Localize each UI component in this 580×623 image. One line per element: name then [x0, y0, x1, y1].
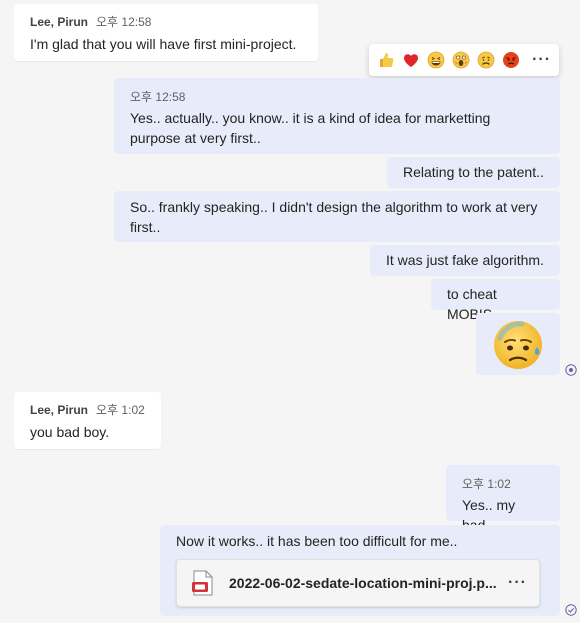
reaction-bar: ··· — [369, 44, 559, 76]
outgoing-message-with-attachment[interactable]: Now it works.. it has been too difficult… — [160, 525, 560, 616]
sender-name: Lee, Pirun — [30, 15, 89, 29]
more-options-button[interactable]: ··· — [530, 48, 553, 72]
outgoing-message[interactable]: Relating to the patent.. — [387, 157, 560, 188]
message-time: 오후 12:58 — [96, 15, 152, 29]
message-header: Lee, Pirun 오후 12:58 — [30, 13, 302, 30]
message-text: I'm glad that you will have first mini-p… — [30, 36, 297, 52]
message-text: Now it works.. it has been too difficult… — [176, 533, 458, 549]
laughing-face-icon — [427, 51, 445, 69]
heart-reaction-button[interactable] — [400, 48, 423, 72]
message-time: 오후 1:02 — [96, 403, 145, 417]
file-name[interactable]: 2022-06-02-sedate-location-mini-proj.p..… — [229, 575, 500, 591]
message-text: Relating to the patent.. — [403, 164, 544, 180]
thumbs-up-reaction-button[interactable] — [375, 48, 398, 72]
angry-reaction-button[interactable] — [499, 48, 522, 72]
outgoing-message[interactable]: So.. frankly speaking.. I didn't design … — [114, 191, 560, 242]
surprised-face-icon — [452, 51, 470, 69]
heart-icon — [404, 54, 419, 67]
incoming-message[interactable]: Lee, Pirun 오후 12:58 I'm glad that you wi… — [14, 4, 318, 61]
anxious-face-with-sweat-icon — [494, 321, 542, 369]
message-text: you bad boy. — [30, 424, 110, 440]
sad-reaction-button[interactable] — [474, 48, 497, 72]
message-text: It was just fake algorithm. — [386, 252, 544, 268]
sad-face-icon — [477, 51, 495, 69]
outgoing-message[interactable]: to cheat MOBIS — [431, 279, 560, 322]
angry-face-icon — [502, 52, 519, 68]
laugh-reaction-button[interactable] — [425, 48, 448, 72]
file-more-options-button[interactable]: ··· — [508, 574, 527, 592]
outgoing-message[interactable]: 오후 12:58 Yes.. actually.. you know.. it … — [114, 78, 560, 154]
incoming-message[interactable]: Lee, Pirun 오후 1:02 you bad boy. — [14, 392, 161, 449]
outgoing-message[interactable]: It was just fake algorithm. — [370, 245, 560, 276]
message-header: Lee, Pirun 오후 1:02 — [30, 401, 145, 418]
sent-check-icon — [565, 604, 577, 616]
pdf-file-icon — [192, 570, 213, 596]
message-time: 오후 1:02 — [462, 477, 511, 491]
outgoing-emoji-message[interactable] — [476, 313, 560, 375]
surprised-reaction-button[interactable] — [450, 48, 473, 72]
outgoing-message[interactable]: 오후 1:02 Yes.. my bad.. — [446, 465, 560, 533]
message-text: Yes.. actually.. you know.. it is a kind… — [130, 110, 491, 146]
more-icon: ··· — [532, 51, 552, 68]
seen-eye-icon — [565, 364, 577, 376]
message-time: 오후 12:58 — [130, 90, 186, 104]
file-attachment-card[interactable]: 2022-06-02-sedate-location-mini-proj.p..… — [176, 559, 540, 607]
message-text: So.. frankly speaking.. I didn't design … — [130, 199, 538, 235]
sender-name: Lee, Pirun — [30, 403, 89, 417]
thumbs-up-icon — [380, 53, 394, 67]
